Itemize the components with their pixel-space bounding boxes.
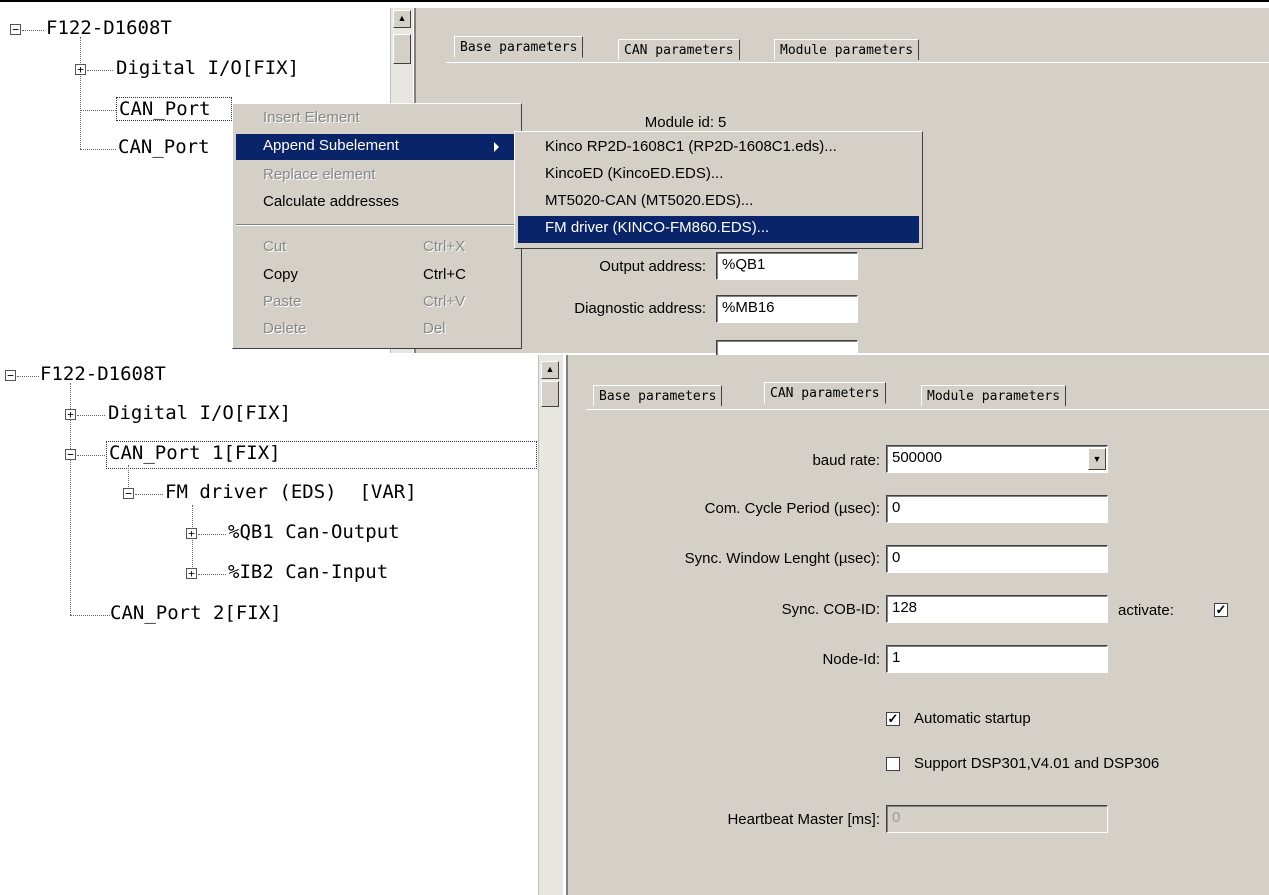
diagnostic-address-field[interactable]: %MB16 xyxy=(716,295,858,323)
submenu-item-mt5020[interactable]: MT5020-CAN (MT5020.EDS)... xyxy=(545,192,753,209)
submenu-item-kincoed[interactable]: KincoED (KincoED.EDS)... xyxy=(545,165,723,182)
partial-field[interactable] xyxy=(716,340,858,356)
sync-window-label: Sync. Window Lenght (µsec): xyxy=(684,550,880,567)
module-id-label: Module id: xyxy=(644,114,714,131)
support-dsp-label: Support DSP301,V4.01 and DSP306 xyxy=(914,755,1160,772)
support-dsp-checkbox[interactable] xyxy=(886,757,900,771)
menu-cut[interactable]: Cut xyxy=(263,238,286,255)
menu-insert-element[interactable]: Insert Element xyxy=(263,109,360,126)
menu-cut-shortcut: Ctrl+X xyxy=(423,238,466,255)
expand-icon[interactable]: + xyxy=(186,528,197,539)
expand-icon[interactable]: + xyxy=(186,568,197,579)
tree-item-fm-driver[interactable]: FM driver (EDS) [VAR] xyxy=(165,481,417,503)
heartbeat-master-label: Heartbeat Master [ms]: xyxy=(727,811,880,828)
collapse-icon[interactable]: − xyxy=(65,449,76,460)
menu-copy-shortcut: Ctrl+C xyxy=(423,266,466,283)
tree-root[interactable]: F122-D1608T xyxy=(46,17,172,39)
cycle-period-field[interactable]: 0 xyxy=(886,495,1108,523)
top-screenshot: − F122-D1608T + Digital I/O[FIX] CAN_Por… xyxy=(0,0,1269,356)
scroll-thumb[interactable] xyxy=(393,34,411,64)
menu-paste-shortcut: Ctrl+V xyxy=(423,293,466,310)
menu-append-subelement[interactable]: Append Subelement xyxy=(236,134,518,160)
menu-delete[interactable]: Delete xyxy=(263,320,306,337)
sync-cobid-label: Sync. COB-ID: xyxy=(781,601,880,618)
output-address-label: Output address: xyxy=(599,258,706,275)
submenu-arrow-icon xyxy=(494,142,499,152)
scroll-thumb[interactable] xyxy=(541,381,559,407)
submenu-item-rp2d[interactable]: Kinco RP2D-1608C1 (RP2D-1608C1.eds)... xyxy=(545,138,837,155)
tree-item-can-port-1[interactable]: CAN_Port 1[FIX] xyxy=(106,441,537,469)
heartbeat-master-field[interactable]: 0 xyxy=(886,805,1108,833)
submenu-item-fm-driver[interactable]: FM driver (KINCO-FM860.EDS)... xyxy=(518,216,919,243)
bottom-tree-scrollbar[interactable]: ▲ xyxy=(538,355,563,895)
baud-rate-label: baud rate: xyxy=(812,452,880,469)
menu-paste[interactable]: Paste xyxy=(263,293,301,310)
diagnostic-address-label: Diagnostic address: xyxy=(574,300,706,317)
cycle-period-label: Com. Cycle Period (µsec): xyxy=(704,500,880,517)
tab-base-parameters[interactable]: Base parameters xyxy=(593,385,723,406)
tree-item-can-port-2[interactable]: CAN_Port 2[FIX] xyxy=(110,602,282,624)
bottom-tree-panel: − F122-D1608T + Digital I/O[FIX] − CAN_P… xyxy=(0,355,538,895)
scroll-up-button[interactable]: ▲ xyxy=(393,10,411,28)
tree-item-can-port-1[interactable]: CAN_Port xyxy=(116,97,232,121)
collapse-icon[interactable]: − xyxy=(5,370,16,381)
activate-label: activate: xyxy=(1118,602,1174,619)
module-id-value: 5 xyxy=(718,114,727,131)
activate-checkbox[interactable]: ✓ xyxy=(1214,603,1228,617)
sync-cobid-field[interactable]: 128 xyxy=(886,595,1108,623)
tab-can-parameters[interactable]: CAN parameters xyxy=(618,39,740,60)
collapse-icon[interactable]: − xyxy=(123,488,134,499)
bottom-properties-panel: Base parameters CAN parameters Module pa… xyxy=(566,355,1269,895)
tab-base-parameters[interactable]: Base parameters xyxy=(454,36,584,58)
chevron-down-icon[interactable]: ▼ xyxy=(1088,448,1106,470)
sync-window-field[interactable]: 0 xyxy=(886,545,1108,573)
tab-module-parameters[interactable]: Module parameters xyxy=(774,39,920,60)
tree-item-digital-io[interactable]: Digital I/O[FIX] xyxy=(116,57,299,79)
tree-item-can-port-2[interactable]: CAN_Port xyxy=(118,136,210,158)
menu-replace-element[interactable]: Replace element xyxy=(263,166,376,183)
automatic-startup-label: Automatic startup xyxy=(914,710,1031,727)
tree-item-ib2[interactable]: %IB2 Can-Input xyxy=(228,561,388,583)
node-id-label: Node-Id: xyxy=(822,651,880,668)
output-address-field[interactable]: %QB1 xyxy=(716,252,858,280)
expand-icon[interactable]: + xyxy=(65,409,76,420)
tab-can-parameters[interactable]: CAN parameters xyxy=(764,382,886,404)
automatic-startup-checkbox[interactable]: ✓ xyxy=(886,712,900,726)
tab-module-parameters[interactable]: Module parameters xyxy=(921,385,1067,406)
menu-delete-shortcut: Del xyxy=(423,320,446,337)
bottom-screenshot: − F122-D1608T + Digital I/O[FIX] − CAN_P… xyxy=(0,355,1269,895)
tree-item-digital-io[interactable]: Digital I/O[FIX] xyxy=(108,402,291,424)
tree-root[interactable]: F122-D1608T xyxy=(40,363,166,385)
menu-calculate-addresses[interactable]: Calculate addresses xyxy=(263,193,399,210)
menu-copy[interactable]: Copy xyxy=(263,266,298,283)
scroll-up-button[interactable]: ▲ xyxy=(541,361,559,379)
collapse-icon[interactable]: − xyxy=(10,24,21,35)
context-menu: Insert Element Append Subelement Replace… xyxy=(232,103,522,349)
tree-item-qb1[interactable]: %QB1 Can-Output xyxy=(228,521,400,543)
baud-rate-select[interactable]: 500000 xyxy=(886,445,1108,473)
expand-icon[interactable]: + xyxy=(75,64,86,75)
node-id-field[interactable]: 1 xyxy=(886,645,1108,673)
submenu: Kinco RP2D-1608C1 (RP2D-1608C1.eds)... K… xyxy=(514,131,923,249)
